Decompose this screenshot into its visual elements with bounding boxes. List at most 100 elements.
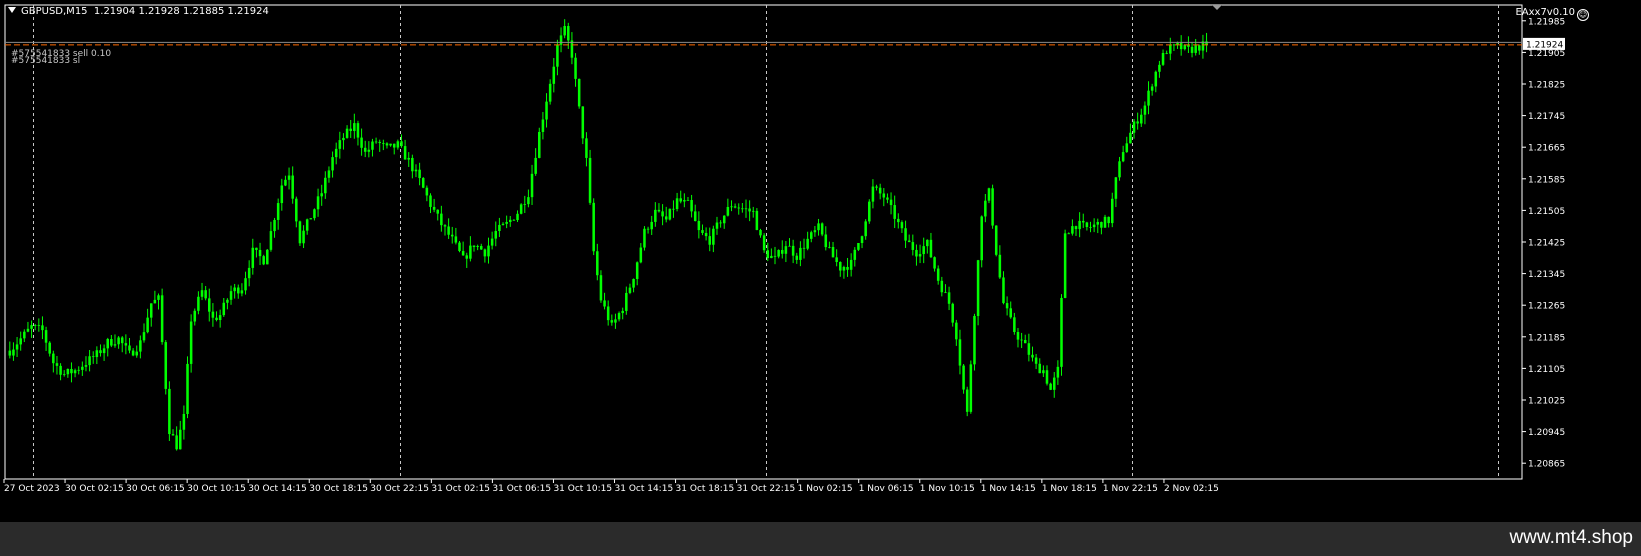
candle-body bbox=[1081, 220, 1085, 223]
candle-body bbox=[41, 325, 44, 331]
candle-body bbox=[1071, 226, 1074, 234]
candle-body bbox=[751, 210, 755, 212]
candle-body bbox=[810, 232, 813, 239]
candle-body bbox=[12, 349, 15, 356]
candle-body bbox=[494, 231, 498, 239]
candle-body bbox=[911, 242, 915, 250]
candle-body bbox=[490, 238, 494, 246]
candle-body bbox=[276, 203, 280, 220]
candle-body bbox=[1023, 340, 1027, 344]
candle-body bbox=[1009, 308, 1012, 318]
candle-body bbox=[226, 299, 229, 303]
candle-body bbox=[81, 366, 84, 370]
candle-body bbox=[806, 238, 809, 249]
candle-body bbox=[135, 351, 139, 356]
expert-advisor-label[interactable]: EAxx7v0.10 ☺ bbox=[1515, 7, 1589, 21]
y-tick-label: 1.21025 bbox=[1528, 397, 1565, 407]
candle-body bbox=[965, 389, 969, 412]
candle-body bbox=[62, 374, 66, 376]
candle-body bbox=[353, 123, 356, 131]
candle-body bbox=[1078, 220, 1081, 230]
price-chart[interactable]: 1.219851.219051.218251.217451.216651.215… bbox=[0, 0, 1641, 522]
candle-body bbox=[1136, 121, 1139, 124]
candle-body bbox=[128, 345, 131, 351]
candle-body bbox=[1161, 52, 1165, 65]
candle-body bbox=[907, 240, 911, 243]
candle-body bbox=[780, 250, 784, 254]
candle-body bbox=[208, 298, 211, 312]
candle-body bbox=[131, 350, 135, 356]
candle-body bbox=[603, 300, 606, 307]
x-tick-label: 31 Oct 14:15 bbox=[615, 484, 674, 494]
x-tick-label: 1 Nov 22:15 bbox=[1103, 484, 1158, 494]
candle-body bbox=[1074, 226, 1078, 230]
x-tick-label: 30 Oct 14:15 bbox=[248, 484, 307, 494]
candle-body bbox=[1169, 44, 1172, 54]
candle-body bbox=[110, 338, 113, 346]
candle-body bbox=[400, 141, 403, 147]
candle-body bbox=[469, 245, 472, 259]
candle-body bbox=[443, 225, 447, 227]
candle-body bbox=[712, 228, 715, 245]
candle-body bbox=[639, 247, 643, 263]
x-tick-label: 31 Oct 02:15 bbox=[431, 484, 490, 494]
candle-body bbox=[476, 246, 479, 247]
candle-body bbox=[1056, 366, 1060, 378]
candle-body bbox=[102, 348, 106, 354]
candle-body bbox=[726, 206, 730, 216]
x-tick-label: 31 Oct 18:15 bbox=[676, 484, 735, 494]
candle-body bbox=[450, 234, 454, 237]
candle-body bbox=[309, 218, 313, 220]
candle-body bbox=[643, 228, 646, 248]
candle-body bbox=[900, 222, 904, 229]
candle-body bbox=[360, 137, 363, 148]
candle-body bbox=[991, 188, 994, 226]
candle-body bbox=[1042, 370, 1045, 374]
candle-body bbox=[646, 228, 650, 230]
candle-body bbox=[632, 278, 635, 288]
candle-body bbox=[418, 169, 421, 179]
candle-body bbox=[342, 137, 345, 141]
dropdown-triangle-icon[interactable] bbox=[8, 7, 16, 13]
candle-body bbox=[19, 338, 22, 345]
candle-body bbox=[538, 131, 541, 158]
candle-body bbox=[773, 255, 777, 257]
candle-body bbox=[472, 245, 476, 247]
x-tick-label: 31 Oct 06:15 bbox=[492, 484, 551, 494]
candle-body bbox=[229, 291, 233, 300]
candle-body bbox=[596, 251, 599, 276]
candle-body bbox=[567, 26, 570, 41]
candle-body bbox=[66, 368, 70, 375]
candle-body bbox=[625, 292, 628, 311]
candle-body bbox=[585, 138, 588, 158]
chart-area[interactable]: 1.21985 1.21905 1.21825 1.21745 1.21665 1.215… bbox=[0, 0, 1641, 522]
candle-body bbox=[1132, 121, 1136, 133]
candle-body bbox=[635, 262, 639, 279]
candle-body bbox=[784, 246, 788, 254]
candle-body bbox=[509, 219, 512, 222]
y-tick-label: 1.20865 bbox=[1528, 460, 1565, 470]
candle-body bbox=[414, 169, 418, 172]
candle-body bbox=[334, 148, 338, 158]
candle-body bbox=[160, 295, 164, 343]
candle-body bbox=[523, 204, 527, 205]
y-tick-label: 1.21745 bbox=[1528, 112, 1565, 122]
candle-body bbox=[849, 259, 853, 270]
candle-body bbox=[284, 179, 287, 186]
candle-body bbox=[157, 295, 160, 300]
candle-body bbox=[363, 147, 367, 152]
candle-body bbox=[679, 198, 682, 202]
candle-body bbox=[1103, 216, 1107, 228]
candle-body bbox=[197, 296, 200, 311]
x-tick-label: 31 Oct 22:15 bbox=[737, 484, 796, 494]
candle-body bbox=[842, 266, 846, 271]
candle-body bbox=[534, 157, 537, 174]
candle-body bbox=[88, 356, 91, 366]
candle-body bbox=[1002, 277, 1005, 304]
candle-body bbox=[944, 292, 947, 294]
candle-body bbox=[1111, 198, 1114, 224]
candle-body bbox=[1096, 221, 1100, 225]
x-tick-label: 30 Oct 10:15 bbox=[187, 484, 246, 494]
candle-body bbox=[657, 209, 661, 212]
candle-body bbox=[1052, 377, 1056, 390]
